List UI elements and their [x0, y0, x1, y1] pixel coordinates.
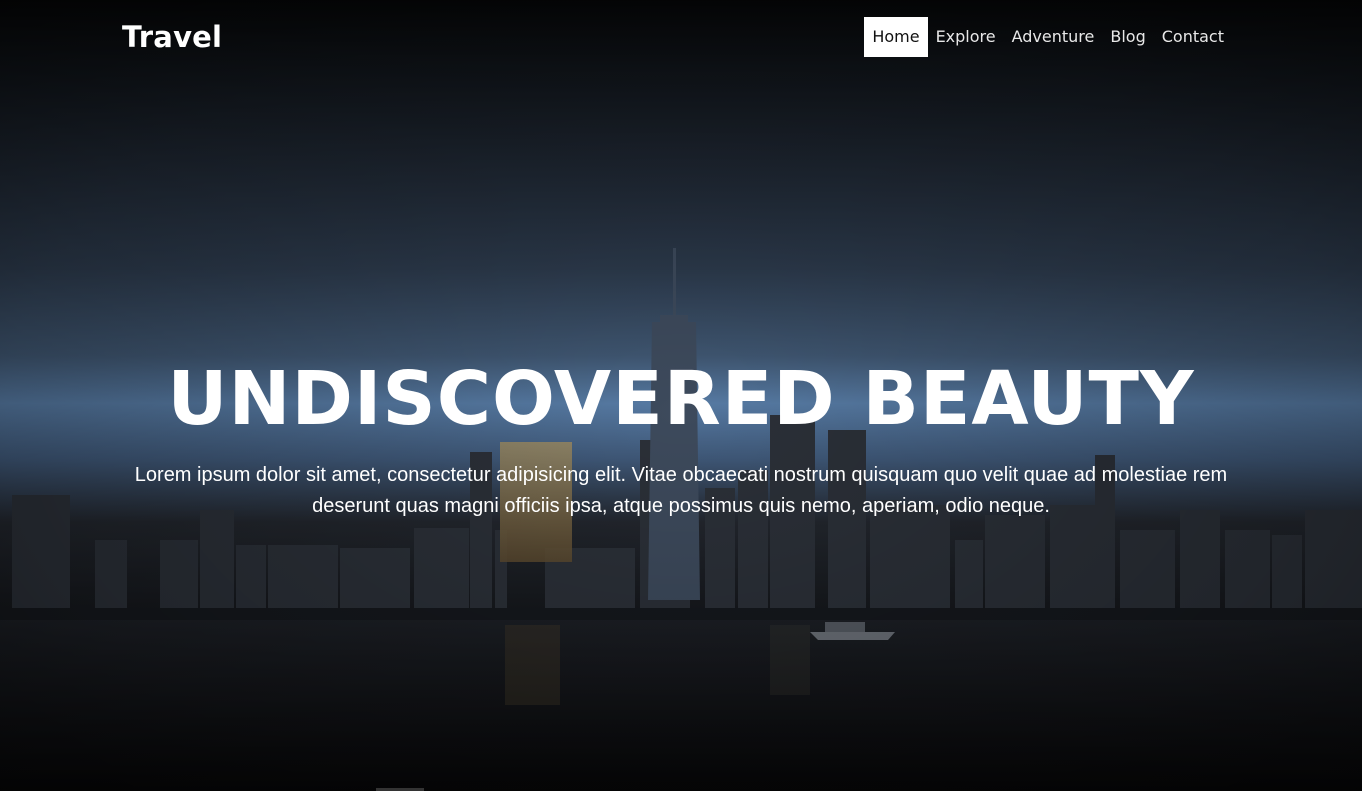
nav-item-contact[interactable]: Contact: [1154, 17, 1232, 57]
nav-item-adventure[interactable]: Adventure: [1004, 17, 1103, 57]
brand-logo[interactable]: Travel: [122, 20, 222, 54]
nav-item-explore[interactable]: Explore: [928, 17, 1004, 57]
hero-section: Travel Home Explore Adventure Blog Conta…: [0, 0, 1362, 791]
top-navigation: Travel Home Explore Adventure Blog Conta…: [0, 0, 1362, 76]
hero-description: Lorem ipsum dolor sit amet, consectetur …: [134, 464, 1228, 517]
nav-item-home[interactable]: Home: [864, 17, 928, 57]
hero-headline: UNDISCOVERED BEAUTY: [167, 356, 1195, 442]
nav-item-blog[interactable]: Blog: [1102, 17, 1153, 57]
nav-menu: Home Explore Adventure Blog Contact: [864, 17, 1232, 57]
